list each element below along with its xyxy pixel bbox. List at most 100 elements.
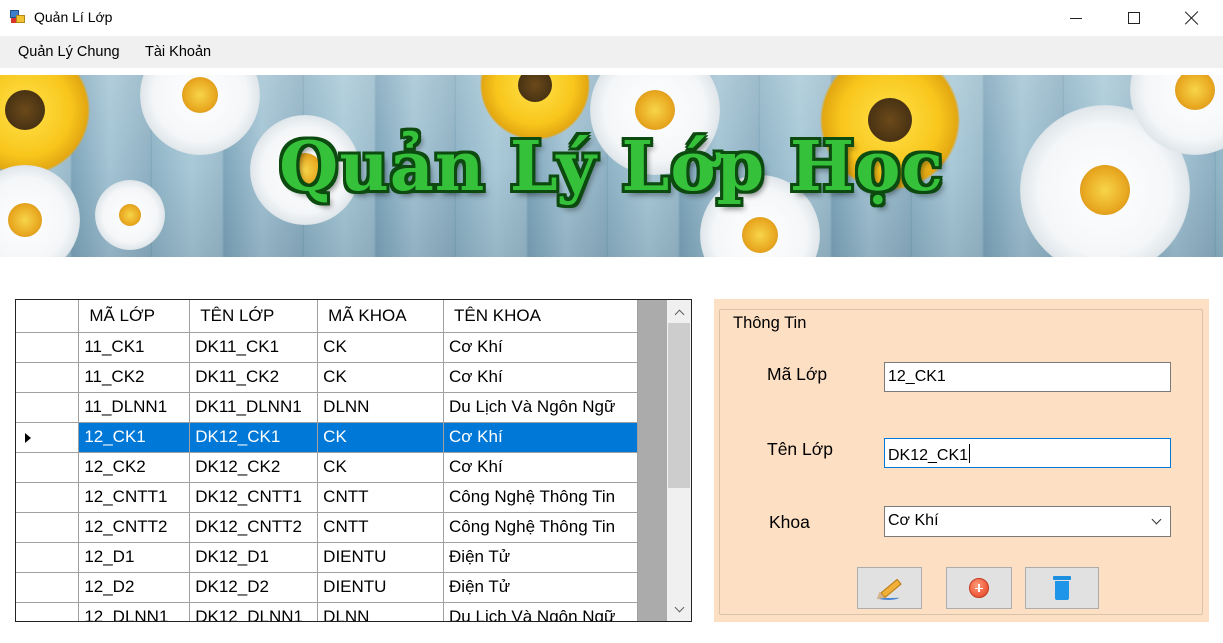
cell-ma-khoa[interactable]: DIENTU <box>317 542 445 573</box>
table-row[interactable]: 11_DLNN1 DK11_DLNN1 DLNN Du Lịch Và Ngôn Ng… <box>16 392 638 423</box>
table-header-row: MÃ LỚP TÊN LỚP MÃ KHOA TÊN KHOA <box>16 300 638 333</box>
maximize-button[interactable] <box>1105 0 1163 36</box>
ten-lop-input[interactable]: DK12_CK1 <box>884 438 1171 468</box>
trash-icon <box>1052 575 1072 601</box>
cell-ten-lop[interactable]: DK12_CNTT2 <box>189 512 319 543</box>
column-header-ten-khoa[interactable]: TÊN KHOA <box>443 300 638 333</box>
cell-ma-lop[interactable]: 12_D2 <box>78 572 191 603</box>
ten-lop-value: DK12_CK1 <box>888 447 969 464</box>
cell-ten-khoa[interactable]: Cơ Khí <box>443 422 638 453</box>
scroll-thumb[interactable] <box>668 323 690 488</box>
table-row[interactable]: 11_CK1 DK11_CK1 CK Cơ Khí <box>16 332 638 363</box>
row-header[interactable] <box>16 602 80 621</box>
cell-ma-lop[interactable]: 12_DLNN1 <box>78 602 191 621</box>
text-caret <box>969 444 971 463</box>
cell-ten-khoa[interactable]: Cơ Khí <box>443 362 638 393</box>
pencil-icon <box>873 575 905 603</box>
row-header-corner <box>16 300 80 333</box>
window-title: Quản Lí Lớp <box>34 9 113 25</box>
row-header[interactable] <box>16 512 80 543</box>
row-header[interactable] <box>16 482 80 513</box>
cell-ten-khoa[interactable]: Điện Tử <box>443 542 638 573</box>
chevron-up-icon <box>674 309 684 319</box>
column-header-ten-lop[interactable]: TÊN LỚP <box>189 300 319 333</box>
edit-button[interactable] <box>857 567 922 609</box>
cell-ma-khoa[interactable]: CK <box>317 362 445 393</box>
column-header-ma-lop[interactable]: MÃ LỚP <box>78 300 191 333</box>
cell-ten-lop[interactable]: DK12_D2 <box>189 572 319 603</box>
khoa-selected-value: Cơ Khí <box>888 512 939 529</box>
cell-ma-khoa[interactable]: CNTT <box>317 482 445 513</box>
row-header[interactable] <box>16 422 80 453</box>
cell-ma-lop[interactable]: 12_CK2 <box>78 452 191 483</box>
column-header-ma-khoa[interactable]: MÃ KHOA <box>317 300 445 333</box>
cell-ma-lop[interactable]: 12_D1 <box>78 542 191 573</box>
table-row[interactable]: 12_CNTT1 DK12_CNTT1 CNTT Công Nghệ Thông Ti… <box>16 482 638 513</box>
vertical-scrollbar[interactable] <box>638 300 691 621</box>
main-window: Quản Lí Lớp Quản Lý Chung Tài Khoản Quản… <box>0 0 1223 643</box>
menu-quan-ly-chung[interactable]: Quản Lý Chung <box>18 44 120 60</box>
cell-ten-khoa[interactable]: Công Nghệ Thông Tin <box>443 512 638 543</box>
table-row[interactable]: 12_DLNN1 DK12_DLNN1 DLNN Du Lịch Và Ngôn Ng… <box>16 602 638 621</box>
cell-ma-lop[interactable]: 12_CNTT1 <box>78 482 191 513</box>
class-table: MÃ LỚP TÊN LỚP MÃ KHOA TÊN KHOA 11_CK1 DK… <box>16 300 638 621</box>
scroll-up-button[interactable] <box>667 302 691 322</box>
cell-ma-khoa[interactable]: CK <box>317 452 445 483</box>
cell-ma-khoa[interactable]: DLNN <box>317 392 445 423</box>
cell-ten-lop[interactable]: DK12_CK1 <box>189 422 319 453</box>
cell-ma-khoa[interactable]: CK <box>317 332 445 363</box>
row-header[interactable] <box>16 572 80 603</box>
cell-ten-khoa[interactable]: Cơ Khí <box>443 332 638 363</box>
cell-ten-lop[interactable]: DK11_CK1 <box>189 332 319 363</box>
cell-ma-khoa[interactable]: CK <box>317 422 445 453</box>
info-groupbox: Thông Tin Mã Lớp 12_CK1 Tên Lớp DK12_CK1… <box>719 309 1203 615</box>
cell-ten-lop[interactable]: DK12_DLNN1 <box>189 602 319 621</box>
add-button[interactable] <box>946 567 1012 609</box>
cell-ten-lop[interactable]: DK12_CK2 <box>189 452 319 483</box>
table-row[interactable]: 12_D2 DK12_D2 DIENTU Điện Tử <box>16 572 638 603</box>
menu-bar: Quản Lý Chung Tài Khoản <box>0 36 1223 68</box>
cell-ma-khoa[interactable]: DLNN <box>317 602 445 621</box>
chevron-down-icon <box>1151 514 1162 525</box>
cell-ma-lop[interactable]: 12_CK1 <box>78 422 191 453</box>
cell-ma-lop[interactable]: 12_CNTT2 <box>78 512 191 543</box>
row-header[interactable] <box>16 362 80 393</box>
menu-tai-khoan[interactable]: Tài Khoản <box>145 44 211 60</box>
ma-lop-label: Mã Lớp <box>767 364 828 384</box>
minimize-button[interactable] <box>1047 0 1105 36</box>
table-row[interactable]: 12_CK1 DK12_CK1 CK Cơ Khí <box>16 422 638 453</box>
table-row[interactable]: 12_D1 DK12_D1 DIENTU Điện Tử <box>16 542 638 573</box>
cell-ma-khoa[interactable]: DIENTU <box>317 572 445 603</box>
cell-ten-khoa[interactable]: Cơ Khí <box>443 452 638 483</box>
delete-button[interactable] <box>1025 567 1099 609</box>
cell-ten-khoa[interactable]: Du Lịch Và Ngôn Ngữ <box>443 392 638 423</box>
row-header[interactable] <box>16 392 80 423</box>
khoa-select[interactable]: Cơ Khí <box>884 506 1171 537</box>
ten-lop-label: Tên Lớp <box>767 439 833 459</box>
cell-ten-lop[interactable]: DK12_CNTT1 <box>189 482 319 513</box>
cell-ten-lop[interactable]: DK11_CK2 <box>189 362 319 393</box>
cell-ma-lop[interactable]: 11_DLNN1 <box>78 392 191 423</box>
cell-ma-lop[interactable]: 11_CK1 <box>78 332 191 363</box>
cell-ten-khoa[interactable]: Công Nghệ Thông Tin <box>443 482 638 513</box>
class-data-grid[interactable]: MÃ LỚP TÊN LỚP MÃ KHOA TÊN KHOA 11_CK1 DK… <box>15 299 692 622</box>
banner-title: Quản Lý Lớp Học <box>279 127 944 207</box>
scroll-down-button[interactable] <box>667 599 691 619</box>
cell-ten-khoa[interactable]: Điện Tử <box>443 572 638 603</box>
cell-ten-khoa[interactable]: Du Lịch Và Ngôn Ngữ <box>443 602 638 621</box>
cell-ten-lop[interactable]: DK12_D1 <box>189 542 319 573</box>
row-header[interactable] <box>16 542 80 573</box>
cell-ten-lop[interactable]: DK11_DLNN1 <box>189 392 319 423</box>
table-row[interactable]: 11_CK2 DK11_CK2 CK Cơ Khí <box>16 362 638 393</box>
row-header[interactable] <box>16 332 80 363</box>
ma-lop-input[interactable]: 12_CK1 <box>884 362 1171 392</box>
cell-ma-khoa[interactable]: CNTT <box>317 512 445 543</box>
close-button[interactable] <box>1163 0 1221 36</box>
minimize-icon <box>1070 17 1082 19</box>
info-panel: Thông Tin Mã Lớp 12_CK1 Tên Lớp DK12_CK1… <box>714 299 1209 622</box>
table-row[interactable]: 12_CK2 DK12_CK2 CK Cơ Khí <box>16 452 638 483</box>
title-bar: Quản Lí Lớp <box>0 0 1223 36</box>
table-row[interactable]: 12_CNTT2 DK12_CNTT2 CNTT Công Nghệ Thông Ti… <box>16 512 638 543</box>
row-header[interactable] <box>16 452 80 483</box>
cell-ma-lop[interactable]: 11_CK2 <box>78 362 191 393</box>
